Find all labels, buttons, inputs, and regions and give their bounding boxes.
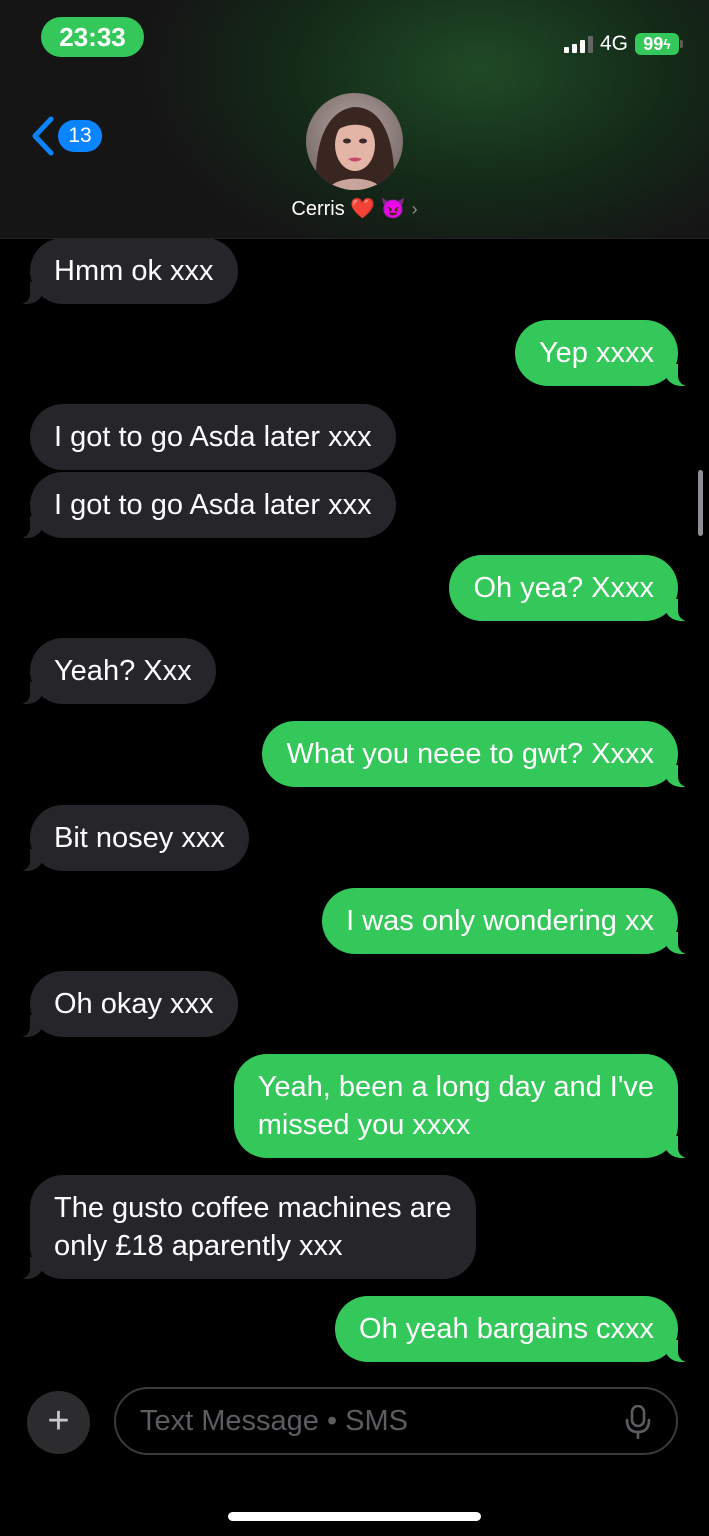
microphone-icon[interactable] [625, 1405, 651, 1439]
message-bubble-incoming[interactable]: Bit nosey xxx [20, 805, 249, 871]
message-bubble-outgoing[interactable]: Yeah, been a long day and I've missed yo… [233, 1054, 689, 1158]
back-button[interactable]: 13 [30, 115, 102, 157]
message-bubble-incoming[interactable]: I got to go Asda later xxx [30, 404, 396, 470]
battery-icon: 99 ϟ [635, 33, 683, 55]
add-attachment-button[interactable]: + [27, 1391, 90, 1454]
message-bubble-incoming[interactable]: Hmm ok xxx [20, 238, 238, 304]
contact-name-button[interactable]: Cerris ❤️ 😈 › [0, 196, 709, 221]
message-thread: Hmm ok xxx Yep xxxx I got to go Asda lat… [0, 238, 709, 1378]
message-bubble-outgoing[interactable]: Yep xxxx [515, 320, 688, 386]
chevron-right-icon: › [411, 199, 418, 219]
status-indicators: 4G 99 ϟ [563, 30, 683, 58]
unread-count-badge: 13 [58, 120, 102, 152]
message-bubble-incoming[interactable]: Yeah? Xxx [20, 638, 216, 704]
avatar-photo [306, 93, 403, 190]
chevron-left-icon [32, 116, 54, 156]
message-bubble-outgoing[interactable]: Oh yea? Xxxx [449, 555, 688, 621]
network-type: 4G [599, 32, 628, 55]
contact-name: Cerris ❤️ 😈 [291, 198, 406, 220]
message-bubble-outgoing[interactable]: Oh yeah bargains cxxx [335, 1296, 688, 1362]
battery-level: 99 [643, 33, 664, 54]
signal-icon [563, 35, 593, 53]
message-bubble-outgoing[interactable]: What you neee to gwt? Xxxx [262, 721, 688, 787]
home-indicator[interactable] [228, 1512, 481, 1521]
message-input[interactable] [114, 1387, 678, 1455]
message-bubble-incoming[interactable]: Oh okay xxx [20, 971, 238, 1037]
message-bubble-outgoing[interactable]: I was only wondering xx [322, 888, 688, 954]
conversation-header: 23:33 4G 99 ϟ 13 Cerris ❤️ 😈 › [0, 0, 709, 239]
message-bubble-incoming[interactable]: The gusto coffee machines are only £18 a… [20, 1175, 476, 1279]
status-time[interactable]: 23:33 [41, 17, 144, 57]
contact-avatar[interactable] [306, 93, 403, 190]
message-bubble-incoming[interactable]: I got to go Asda later xxx [20, 472, 396, 538]
